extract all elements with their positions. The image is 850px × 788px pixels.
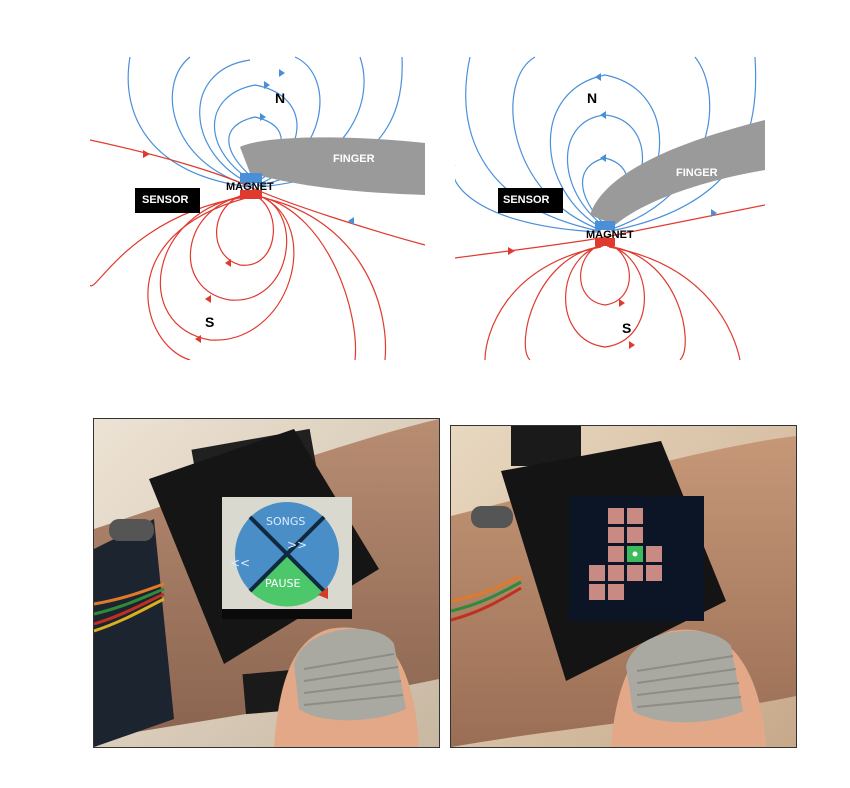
menu-songs-label[interactable]: SONGS <box>266 515 305 528</box>
photo-grid-scene <box>451 426 796 747</box>
grid-cell[interactable] <box>627 527 643 543</box>
grid-cell[interactable] <box>608 527 624 543</box>
sensor-label-left: SENSOR <box>142 194 189 206</box>
field-diagram-left <box>90 56 426 360</box>
south-label-left: S <box>205 314 215 330</box>
sensor-post <box>109 519 154 541</box>
menu-previous-label[interactable]: << <box>230 556 250 570</box>
magnet-label-left: MAGNET <box>226 181 274 193</box>
grid-cell[interactable] <box>627 565 643 581</box>
grid-cell[interactable] <box>608 508 624 524</box>
grid-cell[interactable] <box>646 546 662 562</box>
photo-menu-device: SONGS << >> PAUSE <box>93 418 440 748</box>
menu-next-label[interactable]: >> <box>287 538 307 552</box>
south-label-right: S <box>622 320 632 336</box>
grid-cell[interactable] <box>646 565 662 581</box>
finger-label-left: FINGER <box>333 153 375 165</box>
north-arrows-right <box>595 73 606 162</box>
grid-cell[interactable] <box>627 508 643 524</box>
sensor-label-right: SENSOR <box>503 194 550 206</box>
grid-cell[interactable] <box>589 565 605 581</box>
north-label-left: N <box>275 90 286 106</box>
sensor-post-right <box>471 506 513 528</box>
grid-cell[interactable] <box>589 584 605 600</box>
finger-label-right: FINGER <box>676 167 718 179</box>
grid-cell[interactable] <box>608 565 624 581</box>
grid-cell[interactable] <box>608 546 624 562</box>
magnet-label-right: MAGNET <box>586 229 634 241</box>
south-arrows <box>143 150 231 343</box>
field-diagram-right <box>455 56 765 360</box>
menu-pause-label[interactable]: PAUSE <box>265 577 300 590</box>
grid-cell[interactable] <box>608 584 624 600</box>
north-label-right: N <box>587 90 598 106</box>
cursor-dot <box>632 551 638 557</box>
photo-grid-device <box>450 425 797 748</box>
south-arrows-right <box>508 247 635 349</box>
